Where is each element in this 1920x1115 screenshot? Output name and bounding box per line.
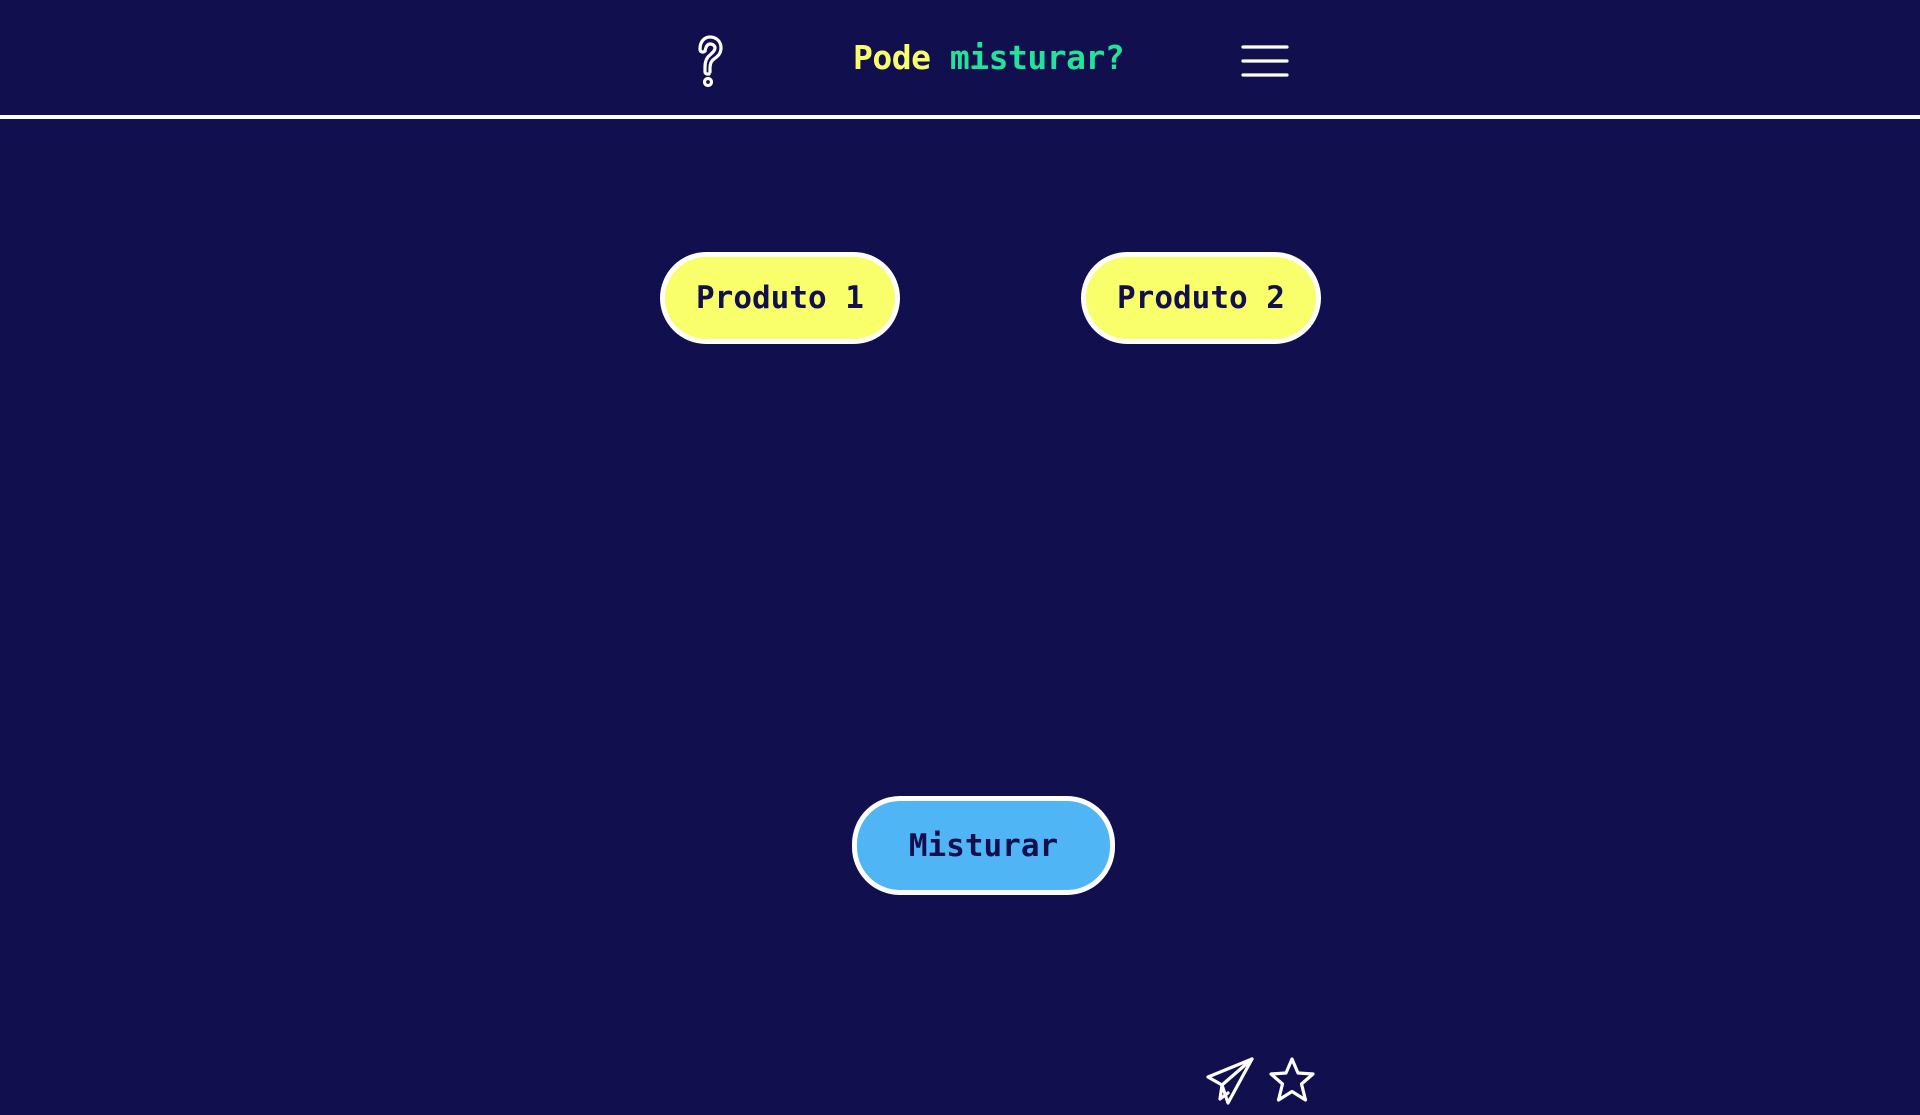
- header-divider: [0, 115, 1920, 119]
- app-title: Pode misturar?: [853, 38, 1125, 77]
- app-title-part-2: misturar?: [949, 38, 1125, 77]
- app-header: Pode misturar?: [0, 0, 1920, 116]
- paper-plane-icon[interactable]: [1204, 1055, 1256, 1107]
- app-title-part-1: Pode: [853, 38, 931, 77]
- star-icon[interactable]: [1266, 1055, 1318, 1107]
- app-page: Pode misturar? Produto 1 Produto 2 Mistu…: [0, 0, 1920, 1115]
- help-question-icon[interactable]: [690, 34, 730, 88]
- product-1-button[interactable]: Produto 1: [660, 252, 900, 344]
- mix-button[interactable]: Misturar: [852, 796, 1115, 895]
- hamburger-menu-icon[interactable]: [1240, 42, 1290, 82]
- product-2-button[interactable]: Produto 2: [1081, 252, 1321, 344]
